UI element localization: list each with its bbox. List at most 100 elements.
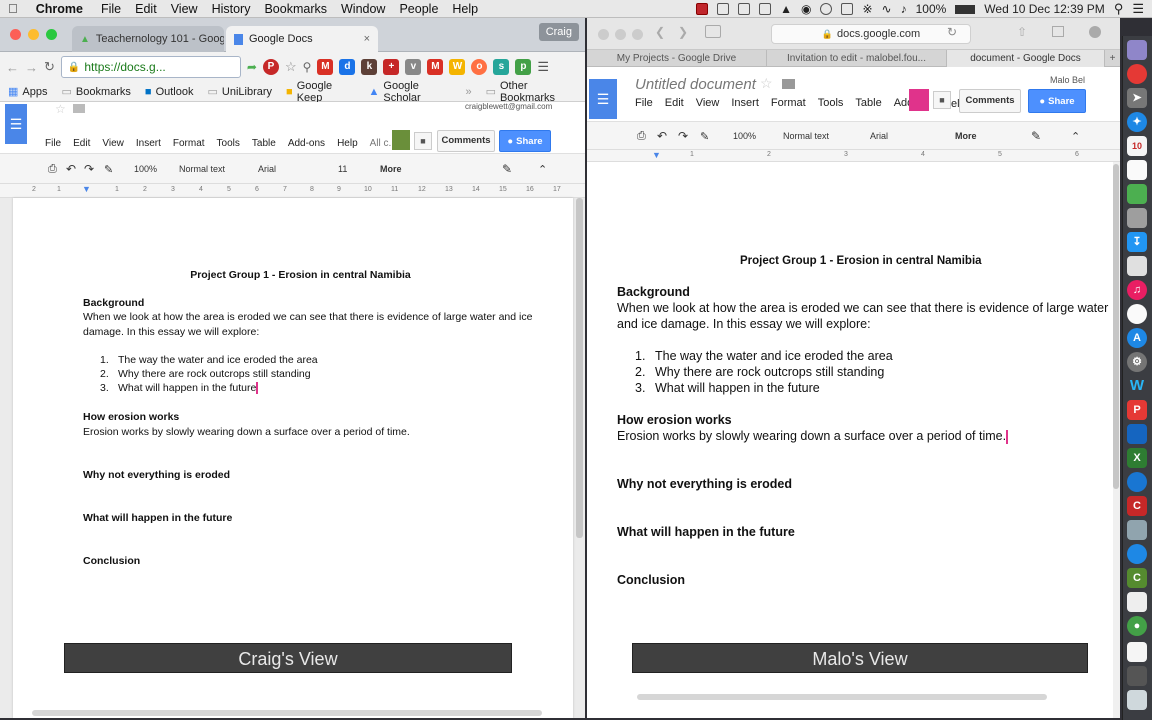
sidebar-icon[interactable] [705,25,721,38]
tab-google-docs[interactable]: Google Docs × [226,26,378,52]
print-icon[interactable]: ⎙ [637,122,646,150]
scrollbar-track[interactable] [1113,162,1120,718]
k-extension-icon[interactable]: k [361,59,378,75]
new-tab-icon[interactable]: + [1105,50,1120,67]
star-icon[interactable]: ☆ [760,75,773,92]
docs-menu-tools[interactable]: Tools [217,138,240,149]
font-select[interactable]: Arial [870,122,888,150]
docs-menu-edit[interactable]: Edit [665,97,684,109]
c-dock-icon[interactable]: C [1127,496,1147,516]
gmail-icon[interactable]: M [427,59,444,75]
pencil-icon[interactable]: ✎ [502,154,512,184]
tab-teachernology[interactable]: ▲ Teachernology 101 - Goog [72,26,224,52]
mail-extension-icon[interactable]: M [317,59,334,75]
collapse-icon[interactable]: ⌃ [538,154,547,184]
d-extension-icon[interactable]: d [339,59,356,75]
menubar-app-name[interactable]: Chrome [36,2,83,16]
pinterest-icon[interactable]: P [262,59,279,75]
close-window-icon[interactable] [10,29,21,40]
docs-menu-file[interactable]: File [635,97,653,109]
orange-extension-icon[interactable]: o [471,59,488,75]
menubar-item-history[interactable]: History [212,2,251,16]
menubar-item-bookmarks[interactable]: Bookmarks [264,2,327,16]
download-dock-icon[interactable]: ↧ [1127,232,1147,252]
teal-extension-icon[interactable]: s [493,59,510,75]
indent-marker-icon[interactable]: ▼ [652,150,661,160]
battery-icon[interactable] [955,4,976,14]
redo-icon[interactable]: ↷ [678,122,688,150]
apple-icon[interactable]:  [8,1,18,16]
trash-icon[interactable] [1127,690,1147,710]
docs-menu-view[interactable]: View [102,138,124,149]
docs-ruler[interactable]: 2 1 ▼ 1 2 3 4 5 6 7 8 9 10 11 12 13 14 1… [0,184,585,198]
address-bar[interactable]: 🔒 docs.google.com [771,24,971,44]
reload-icon[interactable]: ↻ [947,25,957,39]
menubar-item-file[interactable]: File [101,2,121,16]
rocket-dock-icon[interactable]: ➤ [1127,88,1147,108]
volume-icon[interactable]: ♪ [901,2,907,16]
scrollbar-thumb[interactable] [1113,164,1119,489]
comments-button[interactable]: Comments [437,130,495,152]
docs-menu-format[interactable]: Format [771,97,806,109]
chat-dock-icon[interactable] [1127,544,1147,564]
star-icon[interactable]: ☆ [55,102,66,116]
bluetooth-icon[interactable]: ※ [862,2,872,16]
menu-list-icon[interactable]: ☰ [1132,1,1144,17]
style-select[interactable]: Normal text [783,122,829,150]
star-icon[interactable]: ☆ [285,59,297,75]
docs-menu-edit[interactable]: Edit [73,138,90,149]
finder-dock-icon[interactable] [1127,160,1147,180]
document-page[interactable]: Project Group 1 - Erosion in central Nam… [587,162,1115,718]
itunes-dock-icon[interactable]: ♫ [1127,280,1147,300]
docs-menu-help[interactable]: Help [337,138,358,149]
screen-icon[interactable] [717,3,730,15]
font-size-select[interactable]: 11 [338,154,347,184]
record-icon[interactable] [696,3,709,15]
bookmark-google-scholar[interactable]: ▲ Google Scholar [369,80,452,104]
docs-menu-tools[interactable]: Tools [818,97,844,109]
share-button[interactable]: ● Share [1028,89,1086,113]
textedit-dock-icon[interactable] [1127,256,1147,276]
docs-menu-file[interactable]: File [45,138,61,149]
undo-icon[interactable]: ↶ [66,154,76,184]
more-button[interactable]: More [955,122,977,150]
back-icon[interactable]: ❮ [655,25,665,39]
menubar-item-view[interactable]: View [171,2,198,16]
zoom-select[interactable]: 100% [134,154,157,184]
tab-my-projects[interactable]: My Projects - Google Drive [587,50,767,67]
bookmark-outlook[interactable]: ■ Outlook [145,86,194,98]
minimize-window-icon[interactable] [28,29,39,40]
bell-icon[interactable]: ▲ [780,2,792,16]
print-icon[interactable]: ⎙ [48,154,57,184]
chrome-menu-icon[interactable]: ☰ [537,59,549,75]
tab-document[interactable]: document - Google Docs [947,50,1105,67]
search-icon[interactable]: ⚲ [1114,1,1124,17]
indent-marker-icon[interactable]: ▼ [82,184,91,194]
notes-dock-icon[interactable] [1127,592,1147,612]
appstore-dock-icon[interactable]: A [1127,328,1147,348]
bookmark-other[interactable]: ▭ Other Bookmarks [486,80,577,104]
calendar-dock-icon[interactable]: 10 [1127,136,1147,156]
bookmark-unilibrary[interactable]: ▭ UniLibrary [208,85,273,99]
preview-dock-icon[interactable] [1127,208,1147,228]
menubar-item-window[interactable]: Window [341,2,385,16]
folder-icon[interactable] [73,104,85,113]
camtasia-dock-icon[interactable]: C [1127,568,1147,588]
docs-menu-insert[interactable]: Insert [136,138,161,149]
map-dock-icon[interactable] [1127,424,1147,444]
pencil-icon[interactable]: ✎ [1031,122,1041,150]
bookmark-google-keep[interactable]: ■ Google Keep [286,80,354,104]
wifi-icon[interactable]: ∿ [882,2,892,16]
chrome-dock-icon[interactable] [1127,64,1147,84]
document-title-field[interactable]: Untitled document [635,76,756,93]
paint-format-icon[interactable]: ✎ [700,122,709,150]
zoom-select[interactable]: 100% [733,122,756,150]
messages-dock-icon[interactable] [1127,184,1147,204]
menubar-item-edit[interactable]: Edit [135,2,157,16]
share-icon[interactable]: ⇧ [1017,25,1027,39]
print-friendly-icon[interactable]: p [515,59,532,75]
settings-dock-icon[interactable]: ⚙ [1127,352,1147,372]
collaborator-avatar[interactable] [392,130,410,150]
w-extension-icon[interactable]: W [449,59,466,75]
close-tab-icon[interactable]: × [364,33,370,45]
